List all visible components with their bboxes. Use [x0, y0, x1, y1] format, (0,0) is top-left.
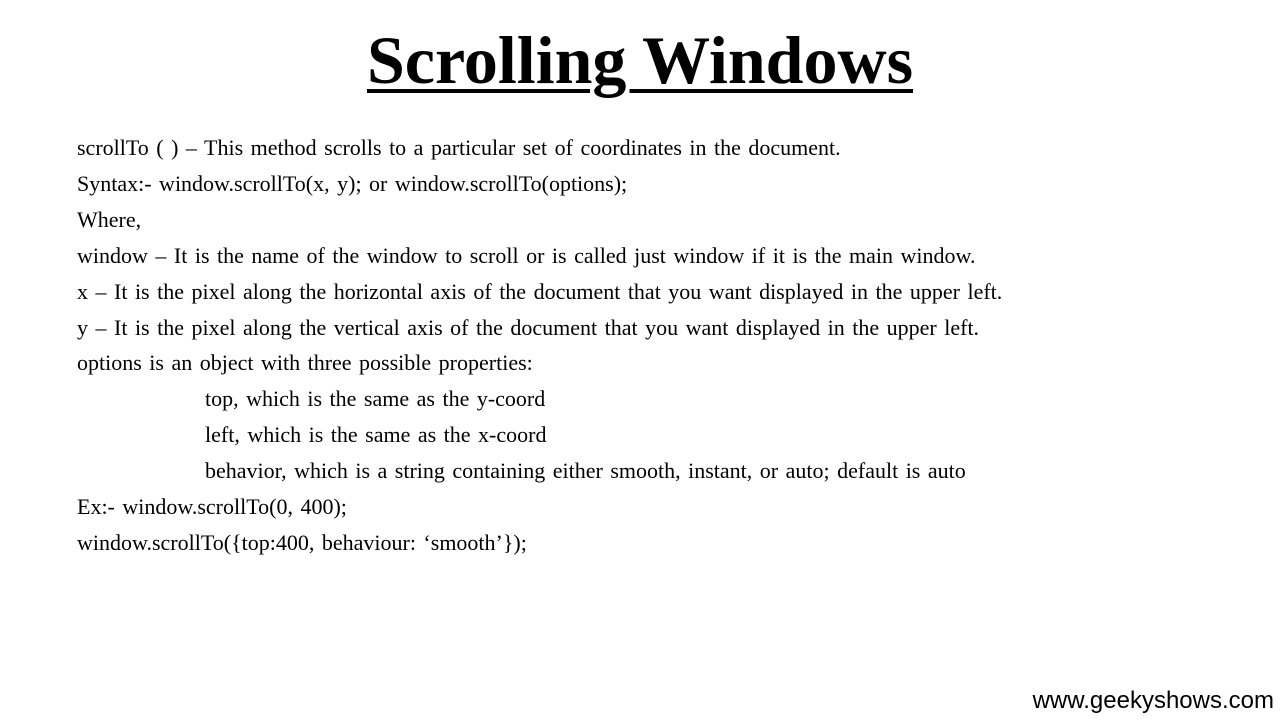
slide: Scrolling Windows scrollTo ( ) – This me…	[0, 0, 1280, 720]
example-line-2: window.scrollTo({top:400, behaviour: ‘sm…	[77, 529, 527, 555]
option-left: left, which is the same as the x-coord	[205, 422, 547, 448]
website-watermark: www.geekyshows.com	[1032, 687, 1274, 714]
option-behavior: behavior, which is a string containing e…	[205, 458, 966, 484]
x-param-description: x – It is the pixel along the horizontal…	[77, 278, 1003, 304]
slide-body: scrollTo ( ) – This method scrolls to a …	[77, 130, 1257, 561]
where-label: Where,	[77, 206, 142, 232]
example-line-1: Ex:- window.scrollTo(0, 400);	[77, 494, 347, 520]
y-param-description: y – It is the pixel along the vertical a…	[77, 314, 980, 340]
syntax-line: Syntax:- window.scrollTo(x, y); or windo…	[77, 170, 628, 196]
option-top: top, which is the same as the y-coord	[205, 386, 546, 412]
options-description: options is an object with three possible…	[77, 350, 533, 376]
slide-title: Scrolling Windows	[366, 22, 914, 98]
title-container: Scrolling Windows	[0, 20, 1280, 100]
window-param-description: window – It is the name of the window to…	[77, 242, 976, 268]
scrollto-description: scrollTo ( ) – This method scrolls to a …	[77, 135, 841, 160]
